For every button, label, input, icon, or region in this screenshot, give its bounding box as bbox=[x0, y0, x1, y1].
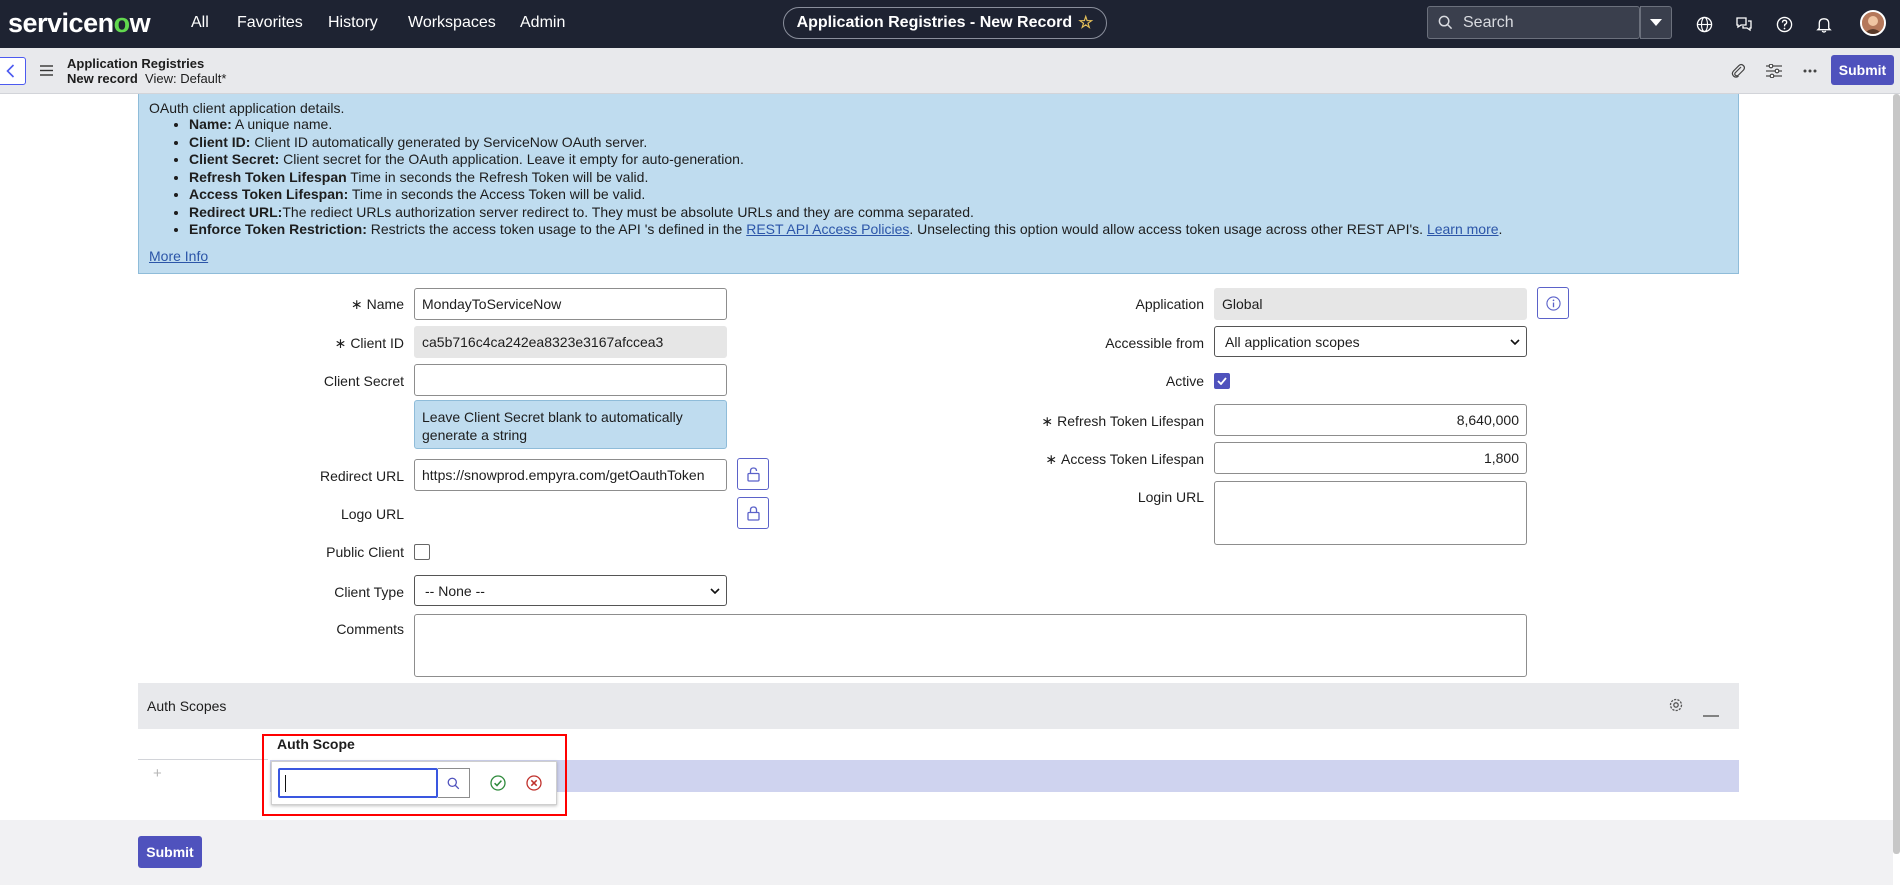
redirect-url-label: Redirect URL bbox=[319, 468, 404, 484]
client-secret-hint: Leave Client Secret blank to automatical… bbox=[414, 400, 727, 449]
info-item: Redirect URL:The rediect URLs authorizat… bbox=[189, 204, 1728, 222]
nav-history[interactable]: History bbox=[328, 14, 378, 32]
application-info-button[interactable] bbox=[1537, 287, 1569, 319]
public-client-label: Public Client bbox=[326, 544, 404, 560]
page-scrollbar[interactable] bbox=[1893, 94, 1900, 854]
chat-icon[interactable] bbox=[1733, 13, 1755, 35]
info-list: Name: A unique name. Client ID: Client I… bbox=[189, 116, 1728, 239]
redirect-url-lock-button[interactable] bbox=[737, 458, 769, 490]
logo-url-lock-button[interactable] bbox=[737, 497, 769, 529]
client-id-label: ∗ Client ID bbox=[334, 335, 404, 351]
client-secret-label: Client Secret bbox=[323, 373, 404, 389]
form-subtitle: New record View: Default* bbox=[67, 71, 226, 86]
access-token-lifespan-label: ∗ Access Token Lifespan bbox=[1045, 451, 1204, 467]
highlight-annotation-box bbox=[262, 734, 567, 816]
record-state: New record bbox=[67, 71, 138, 86]
related-list-divider bbox=[138, 759, 268, 760]
nav-all[interactable]: All bbox=[191, 14, 209, 32]
chevron-down-icon bbox=[1510, 338, 1520, 345]
application-label: Application bbox=[1135, 296, 1205, 312]
personalize-sliders-icon[interactable] bbox=[1765, 62, 1783, 80]
view-selector[interactable]: View: Default* bbox=[145, 71, 226, 86]
info-item: Access Token Lifespan: Time in seconds t… bbox=[189, 186, 1728, 204]
accessible-from-select[interactable]: All application scopes bbox=[1214, 326, 1527, 357]
submit-button-top[interactable]: Submit bbox=[1831, 55, 1894, 85]
info-item: Client Secret: Client secret for the OAu… bbox=[189, 151, 1728, 169]
application-field: Global bbox=[1214, 288, 1527, 320]
info-item: Enforce Token Restriction: Restricts the… bbox=[189, 221, 1728, 239]
name-input[interactable]: MondayToServiceNow bbox=[414, 288, 727, 320]
chevron-down-icon bbox=[710, 587, 720, 594]
client-id-field: ca5b716c4ca242ea8323e3167afccea3 bbox=[414, 326, 727, 358]
required-asterisk-icon: ∗ bbox=[1041, 413, 1054, 429]
required-asterisk-icon: ∗ bbox=[334, 335, 347, 351]
search-scope-dropdown[interactable] bbox=[1640, 6, 1672, 39]
user-avatar[interactable] bbox=[1860, 10, 1886, 36]
nav-admin[interactable]: Admin bbox=[520, 14, 565, 32]
accessible-from-value: All application scopes bbox=[1225, 333, 1360, 350]
auth-scopes-title: Auth Scopes bbox=[147, 698, 227, 714]
checkmark-icon bbox=[1217, 377, 1227, 385]
form-info-message: OAuth client application details. Name: … bbox=[138, 94, 1739, 274]
client-type-select[interactable]: -- None -- bbox=[414, 575, 727, 606]
active-checkbox[interactable] bbox=[1214, 373, 1230, 389]
form-header-bar bbox=[0, 48, 1900, 94]
nav-favorites[interactable]: Favorites bbox=[237, 14, 303, 32]
client-type-value: -- None -- bbox=[425, 582, 485, 599]
public-client-checkbox[interactable] bbox=[414, 544, 430, 560]
logo-url-label: Logo URL bbox=[340, 506, 404, 522]
info-item: Refresh Token Lifespan Time in seconds t… bbox=[189, 169, 1728, 187]
more-info-link[interactable]: More Info bbox=[149, 248, 208, 264]
gear-icon[interactable] bbox=[1668, 697, 1684, 718]
learn-more-link[interactable]: Learn more bbox=[1427, 221, 1499, 237]
back-button[interactable] bbox=[0, 57, 26, 85]
access-token-lifespan-input[interactable]: 1,800 bbox=[1214, 442, 1527, 474]
add-row-icon[interactable]: + bbox=[153, 765, 162, 782]
refresh-token-lifespan-label: ∗ Refresh Token Lifespan bbox=[1041, 413, 1204, 429]
nav-workspaces[interactable]: Workspaces bbox=[408, 14, 496, 32]
top-navigation: servicenow All Favorites History Workspa… bbox=[0, 0, 1900, 48]
collapse-icon[interactable] bbox=[1703, 704, 1719, 722]
help-icon[interactable] bbox=[1773, 13, 1795, 35]
form-footer bbox=[0, 820, 1893, 885]
caret-down-icon bbox=[1650, 18, 1662, 26]
required-asterisk-icon: ∗ bbox=[1045, 451, 1058, 467]
info-item: Name: A unique name. bbox=[189, 116, 1728, 134]
globe-icon[interactable] bbox=[1693, 13, 1715, 35]
form-menu-icon[interactable] bbox=[40, 63, 53, 81]
info-intro: OAuth client application details. bbox=[149, 100, 345, 116]
name-label: ∗ Name bbox=[350, 296, 404, 312]
comments-label: Comments bbox=[336, 621, 404, 637]
accessible-from-label: Accessible from bbox=[1105, 335, 1204, 351]
client-type-label: Client Type bbox=[334, 584, 404, 600]
login-url-textarea[interactable] bbox=[1214, 481, 1527, 545]
info-icon bbox=[1545, 295, 1561, 311]
global-search[interactable]: Search bbox=[1427, 6, 1640, 39]
record-title: Application Registries - New Record bbox=[796, 14, 1073, 31]
lock-icon bbox=[746, 505, 760, 521]
redirect-url-input[interactable]: https://snowprod.empyra.com/getOauthToke… bbox=[414, 459, 727, 491]
form-title: Application Registries bbox=[67, 56, 205, 71]
active-label: Active bbox=[1165, 373, 1204, 389]
rest-api-access-policies-link[interactable]: REST API Access Policies bbox=[746, 221, 909, 237]
chevron-left-icon bbox=[5, 64, 14, 78]
search-placeholder: Search bbox=[1463, 13, 1514, 31]
record-title-pill[interactable]: Application Registries - New Record ☆ bbox=[783, 7, 1107, 39]
info-item: Client ID: Client ID automatically gener… bbox=[189, 134, 1728, 152]
comments-textarea[interactable] bbox=[414, 614, 1527, 677]
login-url-label: Login URL bbox=[1137, 489, 1204, 505]
more-options-icon[interactable] bbox=[1801, 62, 1819, 80]
unlock-icon bbox=[746, 466, 760, 482]
search-icon bbox=[1438, 15, 1453, 30]
required-asterisk-icon: ∗ bbox=[350, 296, 363, 312]
star-icon[interactable]: ☆ bbox=[1078, 13, 1093, 33]
refresh-token-lifespan-input[interactable]: 8,640,000 bbox=[1214, 404, 1527, 436]
submit-button-bottom[interactable]: Submit bbox=[138, 836, 202, 868]
notification-bell-icon[interactable] bbox=[1813, 13, 1835, 35]
client-secret-input[interactable] bbox=[414, 364, 727, 396]
auth-scopes-header: Auth Scopes bbox=[138, 683, 1739, 729]
servicenow-logo[interactable]: servicenow bbox=[8, 8, 151, 39]
paperclip-icon[interactable] bbox=[1729, 62, 1747, 80]
